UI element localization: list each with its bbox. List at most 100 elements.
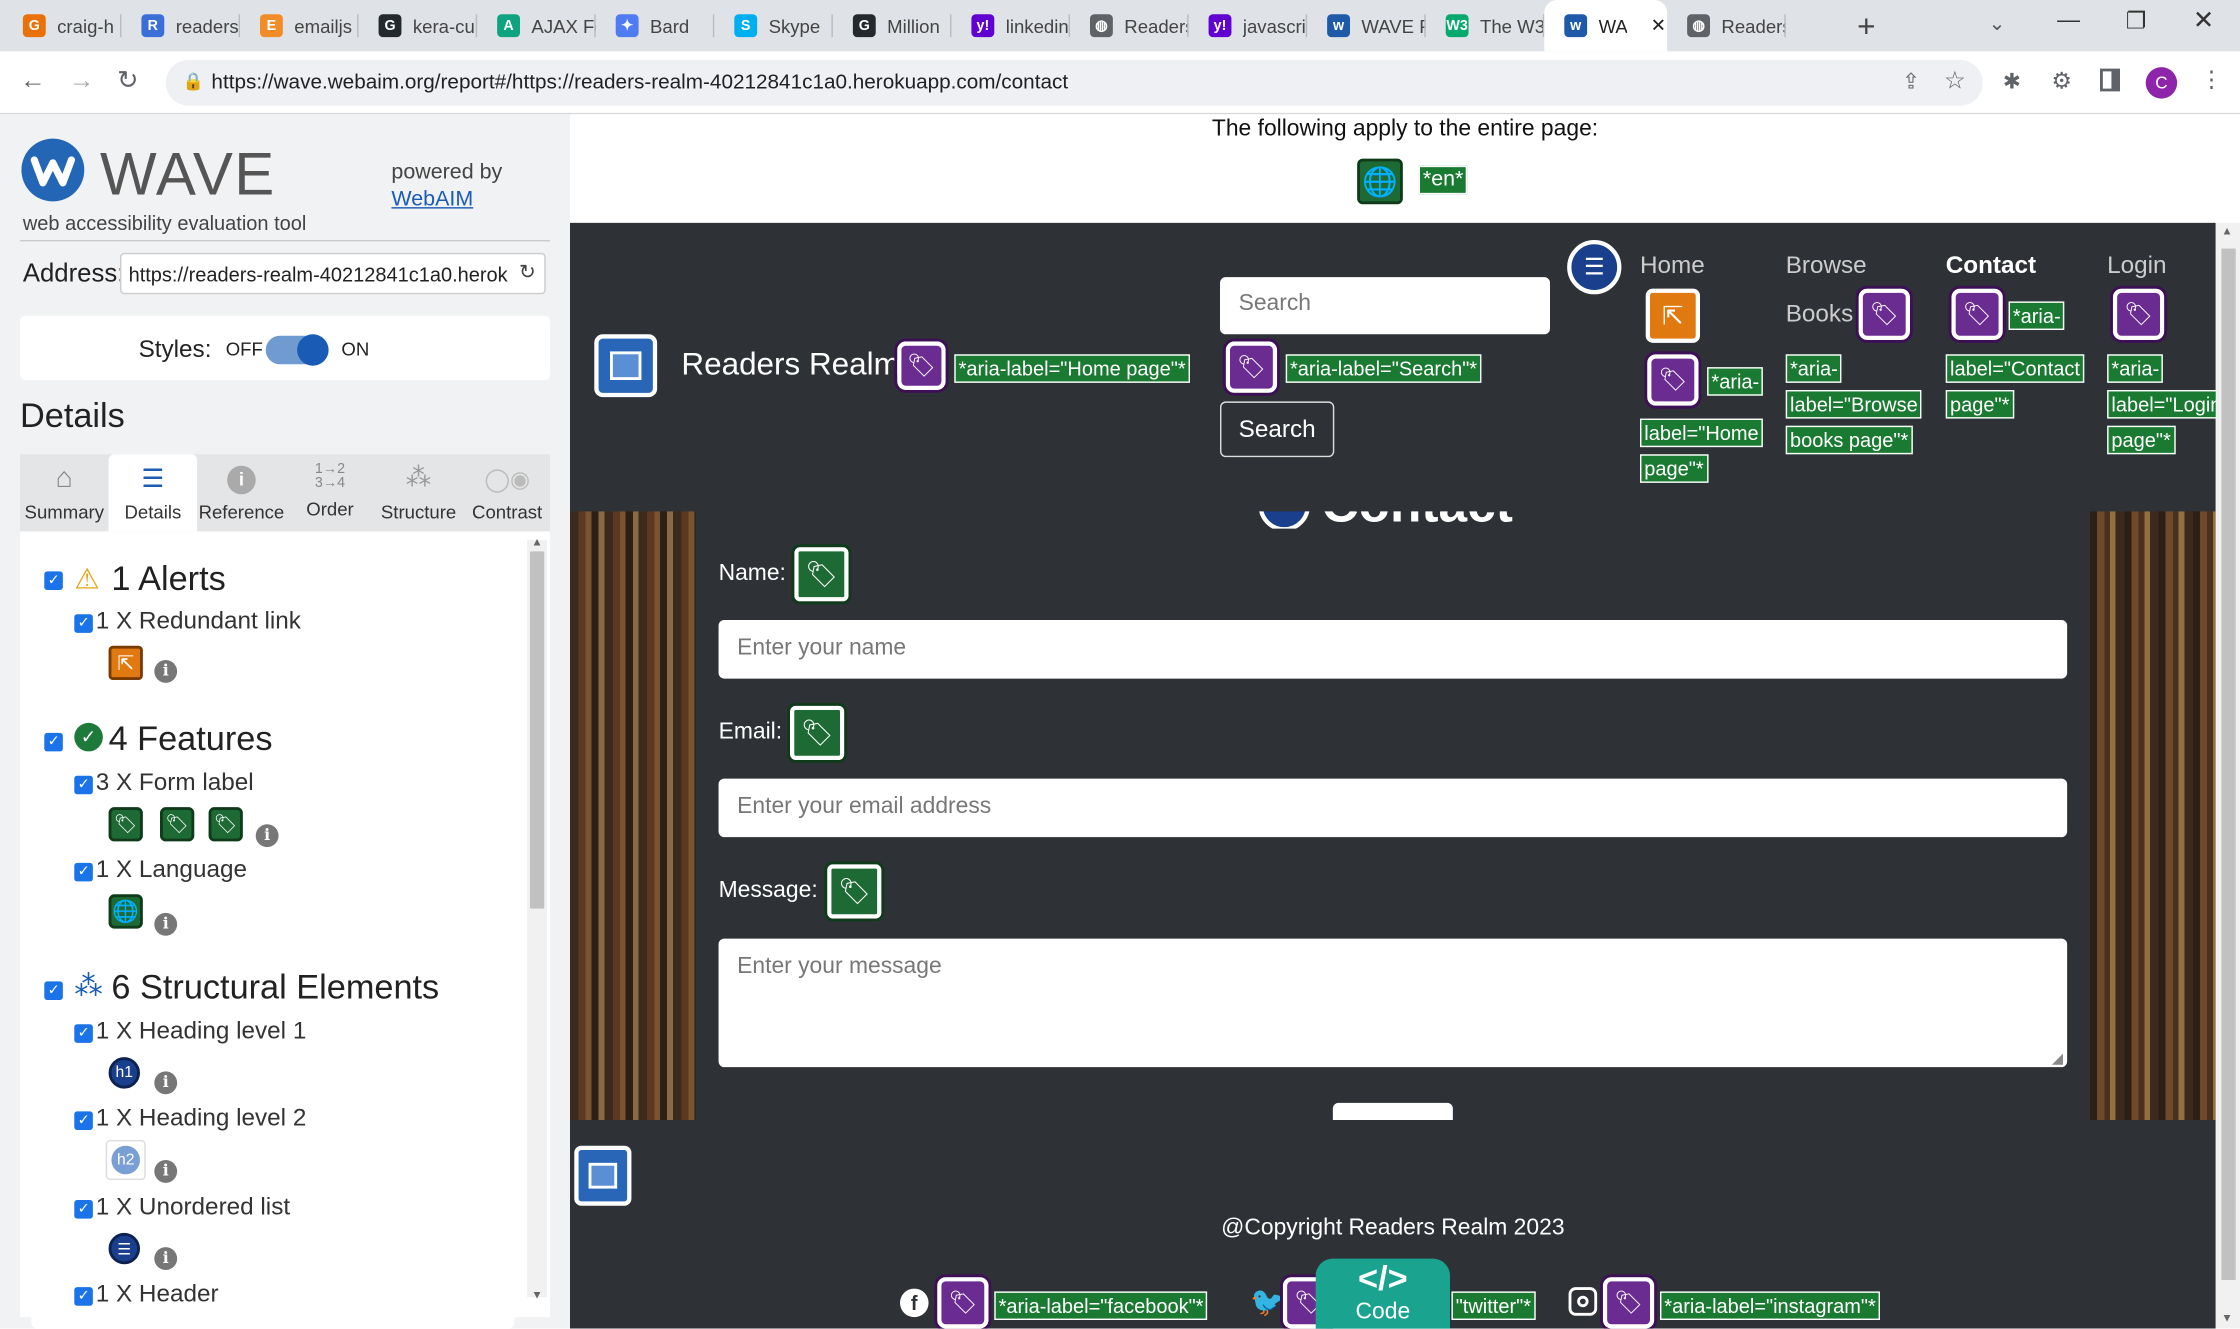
submit-button[interactable] (1332, 1102, 1453, 1120)
aria-label-icon[interactable]: 🏷 (894, 338, 949, 393)
browser-tab[interactable]: Eemailjs (240, 0, 359, 51)
nav-login[interactable]: Login (2107, 251, 2166, 280)
extension-bug-icon[interactable]: ✱ (2003, 69, 2021, 94)
browser-tab[interactable]: ✦ Bard (596, 0, 715, 51)
webaim-link[interactable]: WebAIM (391, 187, 473, 211)
instagram-icon[interactable] (1568, 1287, 1598, 1316)
h1-icon[interactable]: h1 (108, 1057, 140, 1089)
form-label-checkbox[interactable]: ✓ (74, 775, 93, 795)
browser-tab[interactable]: W3 The W3 (1426, 0, 1545, 51)
nav-books[interactable]: Books (1786, 300, 1854, 329)
browser-tab[interactable]: A AJAX Fc (477, 0, 596, 51)
list-icon[interactable]: ☰ (108, 1232, 140, 1265)
browser-tab[interactable]: Gkera-cu (359, 0, 478, 51)
search-input[interactable]: Search (1219, 277, 1550, 335)
header-checkbox[interactable]: ✓ (74, 1287, 93, 1306)
redundant-link-icon[interactable]: ⇱ (1645, 288, 1700, 343)
info-icon[interactable]: i (154, 659, 178, 683)
close-window-icon[interactable]: ✕ (2193, 6, 2215, 36)
browser-menu-icon[interactable]: ⋮ (2200, 66, 2223, 95)
tab-contrast[interactable]: ◯◉ Contrast (463, 454, 552, 531)
scrollbar-track[interactable]: ▲ ▼ (527, 536, 548, 1301)
brand-name[interactable]: Readers Realm (681, 346, 899, 383)
styles-toggle[interactable] (265, 334, 329, 366)
name-input[interactable]: Enter your name (718, 619, 2068, 679)
new-tab-icon[interactable]: + (1857, 9, 1875, 46)
tab-search-icon[interactable]: ⌄ (1989, 11, 2006, 35)
aria-label-icon[interactable]: 🏷 (1644, 351, 1702, 409)
nav-contact[interactable]: Contact (1946, 251, 2036, 280)
language-checkbox[interactable]: ✓ (74, 862, 93, 882)
aria-label-icon[interactable]: 🏷 (1855, 285, 1913, 343)
h2-icon[interactable]: h2 (105, 1139, 146, 1180)
search-button[interactable]: Search (1219, 401, 1335, 458)
scrollbar-thumb[interactable] (529, 551, 545, 909)
close-tab-icon[interactable]: ✕ (1651, 14, 1667, 37)
footer-logo-icon[interactable] (574, 1145, 632, 1206)
tag-icon[interactable]: 🏷 (791, 544, 852, 605)
refresh-icon[interactable]: ↻ (518, 259, 536, 285)
scroll-down-icon[interactable]: ▼ (531, 1289, 542, 1302)
aria-label-icon[interactable]: 🏷 (1599, 1274, 1658, 1329)
info-icon[interactable]: i (154, 912, 178, 936)
forward-icon[interactable]: → (69, 66, 95, 96)
browser-tab[interactable]: y! linkedin (951, 0, 1070, 51)
features-checkbox[interactable]: ✓ (44, 732, 63, 752)
browser-tab[interactable]: w WAVE R (1307, 0, 1426, 51)
back-icon[interactable]: ← (20, 66, 46, 96)
tab-reference[interactable]: i Reference (197, 454, 286, 531)
info-icon[interactable]: i (154, 1247, 178, 1270)
aria-label-icon[interactable]: 🏷 (934, 1274, 992, 1329)
scroll-up-icon[interactable]: ▲ (531, 536, 542, 549)
globe-icon[interactable]: 🌐 (108, 894, 143, 929)
nav-home[interactable]: Home (1640, 251, 1705, 280)
browser-tab[interactable]: Rreaders (121, 0, 240, 51)
scroll-up-icon[interactable]: ▲ (2221, 224, 2232, 237)
heading1-checkbox[interactable]: ✓ (74, 1024, 93, 1043)
address-bar[interactable]: 🔒 https://wave.webaim.org/report#/https:… (165, 59, 1983, 106)
restore-icon[interactable]: ❐ (2126, 7, 2146, 36)
twitter-icon[interactable]: 🐦 (1250, 1284, 1286, 1320)
browser-tab[interactable]: S Skype (714, 0, 833, 51)
share-icon[interactable]: ⇪ (1902, 69, 1920, 94)
tab-summary[interactable]: ⌂ Summary (20, 454, 109, 531)
minimize-icon[interactable]: — (2057, 9, 2080, 35)
unordered-list-checkbox[interactable]: ✓ (74, 1199, 93, 1219)
info-icon[interactable]: i (255, 824, 279, 848)
redundant-link-checkbox[interactable]: ✓ (74, 614, 93, 633)
bookmark-star-icon[interactable]: ☆ (1944, 67, 1966, 96)
info-icon[interactable]: i (154, 1071, 178, 1095)
heading2-checkbox[interactable]: ✓ (74, 1111, 93, 1130)
tag-icon[interactable]: 🏷 (108, 807, 143, 842)
page-scrollbar-thumb[interactable] (2221, 248, 2236, 1280)
browser-tab[interactable]: ◍ Readers (1667, 0, 1786, 51)
extensions-puzzle-icon[interactable]: ⚙ (2051, 67, 2071, 96)
browser-tab[interactable]: G Million (833, 0, 952, 51)
tab-structure[interactable]: ⁂ Structure (374, 454, 463, 531)
info-icon[interactable]: i (154, 1159, 178, 1183)
globe-icon[interactable]: 🌐 (1357, 158, 1403, 205)
logo-icon[interactable] (594, 334, 658, 398)
tag-icon[interactable]: 🏷 (824, 861, 885, 922)
resize-handle-icon[interactable]: ◢ (2052, 1051, 2063, 1067)
browser-tab[interactable]: Gcraig-h (3, 0, 122, 51)
structure-checkbox[interactable]: ✓ (44, 981, 63, 1000)
wave-address-input[interactable]: https://readers-realm-40212841c1a0.herok… (119, 252, 546, 295)
tab-details[interactable]: ☰ Details (108, 454, 198, 532)
tag-icon[interactable]: 🏷 (159, 807, 195, 842)
browser-tab[interactable]: ◍ Readers (1070, 0, 1189, 51)
redundant-link-icon[interactable]: ⇱ (108, 645, 143, 680)
aria-label-icon[interactable]: 🏷 (1222, 338, 1280, 396)
email-input[interactable]: Enter your email address (718, 778, 2068, 838)
scroll-down-icon[interactable]: ▼ (2221, 1311, 2232, 1324)
page-scrollbar[interactable]: ▲ ▼ (2215, 222, 2240, 1329)
message-textarea[interactable]: Enter your message ◢ (718, 938, 2068, 1068)
profile-avatar[interactable]: C (2145, 67, 2178, 99)
reload-icon[interactable]: ↻ (117, 66, 139, 96)
nav-browse[interactable]: Browse (1786, 251, 1867, 280)
facebook-icon[interactable]: f (899, 1288, 929, 1318)
tab-order[interactable]: 1→2 3→4 Order (286, 454, 375, 531)
code-view-button[interactable]: </> Code (1315, 1258, 1450, 1329)
browser-tab[interactable]: w WA ✕ (1544, 0, 1668, 52)
aria-label-icon[interactable]: 🏷 (1948, 285, 2006, 343)
